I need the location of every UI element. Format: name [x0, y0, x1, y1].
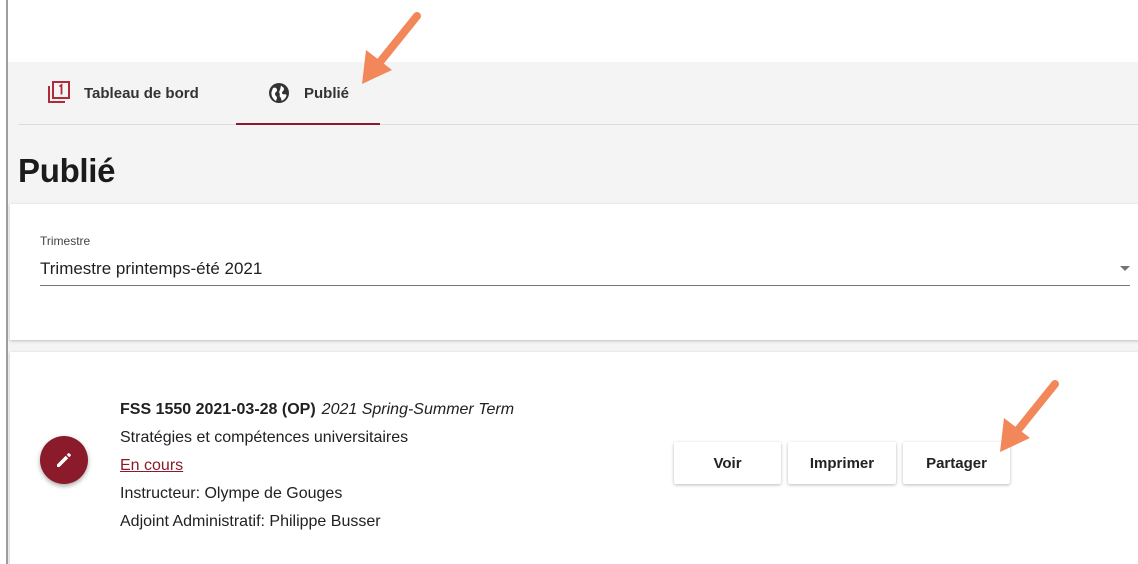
share-button[interactable]: Partager — [903, 442, 1010, 484]
course-name: Stratégies et compétences universitaires — [120, 429, 409, 446]
course-instructor: Instructeur: Olympe de Gouges — [120, 485, 343, 502]
term-card: Trimestre Trimestre printemps-été 2021 — [10, 204, 1138, 340]
course-card: FSS 1550 2021-03-28 (OP) 2021 Spring-Summ… — [10, 352, 1138, 564]
course-info: FSS 1550 2021-03-28 (OP) 2021 Spring-Summ… — [120, 396, 514, 536]
course-term: 2021 Spring-Summer Term — [321, 401, 515, 418]
filter-one-icon — [46, 80, 72, 106]
term-select-value: Trimestre printemps-été 2021 — [40, 259, 263, 278]
dropdown-arrow-icon — [1120, 266, 1130, 271]
course-heading: FSS 1550 2021-03-28 (OP) 2021 Spring-Summ… — [120, 396, 514, 424]
tab-dashboard-label: Tableau de bord — [84, 84, 199, 102]
tab-published-label: Publié — [304, 84, 350, 102]
course-code: FSS 1550 2021-03-28 (OP) — [120, 401, 316, 418]
page-title: Publié — [18, 152, 116, 189]
pencil-icon — [57, 453, 71, 467]
print-button[interactable]: Imprimer — [788, 442, 896, 484]
course-status-link[interactable]: En cours — [120, 457, 183, 474]
tab-published[interactable]: Publié — [236, 62, 380, 125]
course-assistant: Adjoint Administratif: Philippe Busser — [120, 513, 381, 530]
globe-icon — [266, 80, 292, 106]
top-bar — [8, 0, 1138, 62]
tab-dashboard[interactable]: Tableau de bord — [46, 62, 226, 124]
term-select[interactable]: Trimestre printemps-été 2021 — [40, 254, 1130, 286]
view-button[interactable]: Voir — [674, 442, 781, 484]
term-select-label: Trimestre — [40, 234, 91, 248]
edit-button[interactable] — [40, 436, 88, 484]
tab-bar: Tableau de bord Publié — [18, 62, 1138, 125]
